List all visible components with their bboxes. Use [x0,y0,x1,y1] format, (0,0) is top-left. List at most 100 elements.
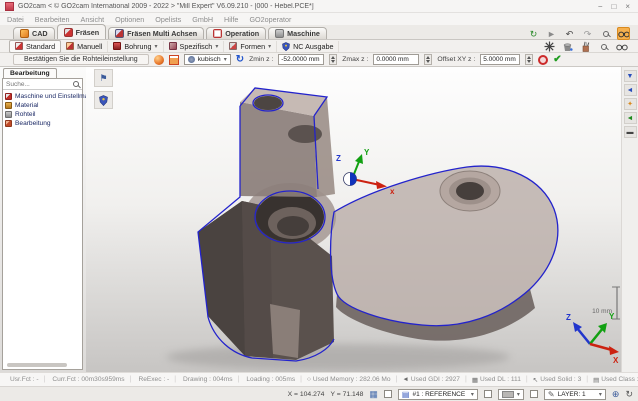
tab-fraesen-multi-achsen[interactable]: Fräsen Multi Achsen [108,27,204,39]
view-glasses-button[interactable] [617,27,630,40]
subtab-manuell[interactable]: Manuell [61,41,108,52]
zmin-spinner[interactable] [329,54,337,65]
part-model[interactable] [198,88,558,360]
menu-optionen[interactable]: Optionen [115,15,144,24]
brush-cup-button[interactable] [579,40,592,53]
tab-fraesen[interactable]: Fräsen [57,24,107,39]
tab-fraesen-label: Fräsen [76,28,100,37]
nc-shield-button[interactable] [94,91,113,109]
layer-select[interactable]: ✎ LAYER: 1 ▾ [544,389,606,400]
chevron-down-icon: ▾ [599,391,602,398]
axis-y-label: Y [609,312,615,321]
offset-input[interactable] [480,54,520,65]
tree-item-material[interactable]: Material [5,102,80,109]
tree-item-label: Maschine und Einstellmaße [15,93,96,100]
tree-item-bearbeitung[interactable]: Bearbeitung [5,120,80,127]
origin-y-label: Y [364,148,370,157]
zoom-extents-button[interactable]: ⊕ [612,389,620,400]
pen-icon: ✎ [548,390,555,399]
part-model-canvas[interactable]: Z Y x 10 mm [86,67,621,372]
stock-shape-select[interactable]: kubisch ▾ [184,54,231,65]
sync-icon: ↻ [530,29,538,39]
zmax-input[interactable] [373,54,419,65]
color-select[interactable]: ▾ [498,389,524,400]
panel-scrollbar[interactable] [7,363,67,367]
zoom-button-2[interactable] [597,40,610,53]
search-input[interactable] [6,81,73,88]
subtab-formen[interactable]: Formen ▾ [224,41,277,52]
zmax-spinner[interactable] [424,54,432,65]
zoom-button[interactable] [599,27,612,40]
subtab-bohrung[interactable]: Bohrung ▾ [108,41,163,52]
refresh-view-button[interactable]: ↻ [625,389,633,400]
menu-opelists[interactable]: Opelists [155,15,181,24]
tab-bearbeitung-panel[interactable]: Bearbeitung [3,68,57,78]
tab-maschine[interactable]: Maschine [268,27,327,39]
pointer-button[interactable]: ► [545,27,558,40]
undo-button[interactable]: ↶ [563,27,576,40]
machining-tree-panel: Maschine und Einstellmaße Material Rohte… [2,78,83,370]
material-icon [5,102,12,109]
collapse-button-blue[interactable]: ◄ [624,84,637,96]
grid-checkbox[interactable] [384,390,392,398]
confirm-stock-button[interactable]: ✔ [553,54,561,65]
subtab-standard[interactable]: Standard [9,40,61,53]
origin-x-label: x [390,187,395,196]
subtab-nc-ausgabe[interactable]: NC Ausgabe [277,41,339,52]
prompt-message: Bestätigen Sie die Rohteileinstellung [13,54,149,65]
search-icon [73,81,79,87]
maximize-button[interactable]: □ [611,2,616,11]
menu-ansicht[interactable]: Ansicht [81,15,105,24]
spin-down-icon[interactable] [426,60,430,63]
spin-down-icon[interactable] [527,60,531,63]
tree-item-maschine[interactable]: Maschine und Einstellmaße [5,93,80,100]
collapse-button-green[interactable]: ◄ [624,112,637,124]
orange-tool-button[interactable]: ✦ [624,98,637,110]
sync-button[interactable]: ↻ [527,27,540,40]
status-loading: Loading : 005ms [244,376,295,383]
menu-bearbeiten[interactable]: Bearbeiten [35,15,70,24]
tab-operation[interactable]: Operation [206,27,266,39]
grid-toggle-icon[interactable]: ▦ [369,389,378,400]
minimize-button[interactable]: − [598,2,603,11]
recompute-button[interactable]: ↻ [236,54,244,65]
spin-up-icon[interactable] [331,56,335,59]
cancel-stock-button[interactable] [538,55,548,65]
redo-button[interactable]: ↷ [581,27,594,40]
offset-spinner[interactable] [525,54,533,65]
chevron-down-icon: ▾ [268,43,271,50]
color-checkbox[interactable] [484,390,492,398]
filter-button[interactable]: ▼ [624,70,637,82]
menu-go2operator[interactable]: GO2operator [249,15,291,24]
rotate-ball-icon[interactable] [154,55,164,65]
menu-datei[interactable]: Datei [7,15,24,24]
tab-cad[interactable]: CAD [13,27,55,39]
tree-item-rohteil[interactable]: Rohteil [5,111,80,118]
viewport-3d[interactable]: ⚑ [86,67,621,372]
standard-tool-icon [15,42,23,50]
paint-button[interactable] [561,40,574,53]
menu-hilfe[interactable]: Hilfe [224,15,238,24]
layer-value: LAYER: 1 [558,391,596,398]
cutter-button[interactable] [543,40,556,53]
right-tool-strip: ▼ ◄ ✦ ◄ ▬ [621,67,638,372]
window-title: GO2cam < © GO2cam International 2009 - 2… [18,3,598,10]
glasses-button-2[interactable] [615,40,628,53]
reference-select[interactable]: ▤ #1 : REFERENCE ▾ [398,389,478,400]
zmin-input[interactable] [278,54,324,65]
spin-down-icon[interactable] [331,60,335,63]
brush-cup-icon [580,41,591,52]
spin-up-icon[interactable] [426,56,430,59]
redo-icon: ↷ [584,29,592,39]
axis-z-label: Z [566,313,571,322]
close-button[interactable]: × [625,2,630,11]
tree-item-label: Bearbeitung [15,120,51,127]
dark-tool-button[interactable]: ▬ [624,126,637,138]
spin-up-icon[interactable] [527,56,531,59]
menu-gmbh[interactable]: GmbH [192,15,213,24]
flag-button[interactable]: ⚑ [94,69,113,87]
zmax-label: Zmax z : [342,56,368,63]
layer-checkbox[interactable] [530,390,538,398]
subtab-spezifisch[interactable]: Spezifisch ▾ [164,41,225,52]
stock-box-icon[interactable] [169,55,179,65]
